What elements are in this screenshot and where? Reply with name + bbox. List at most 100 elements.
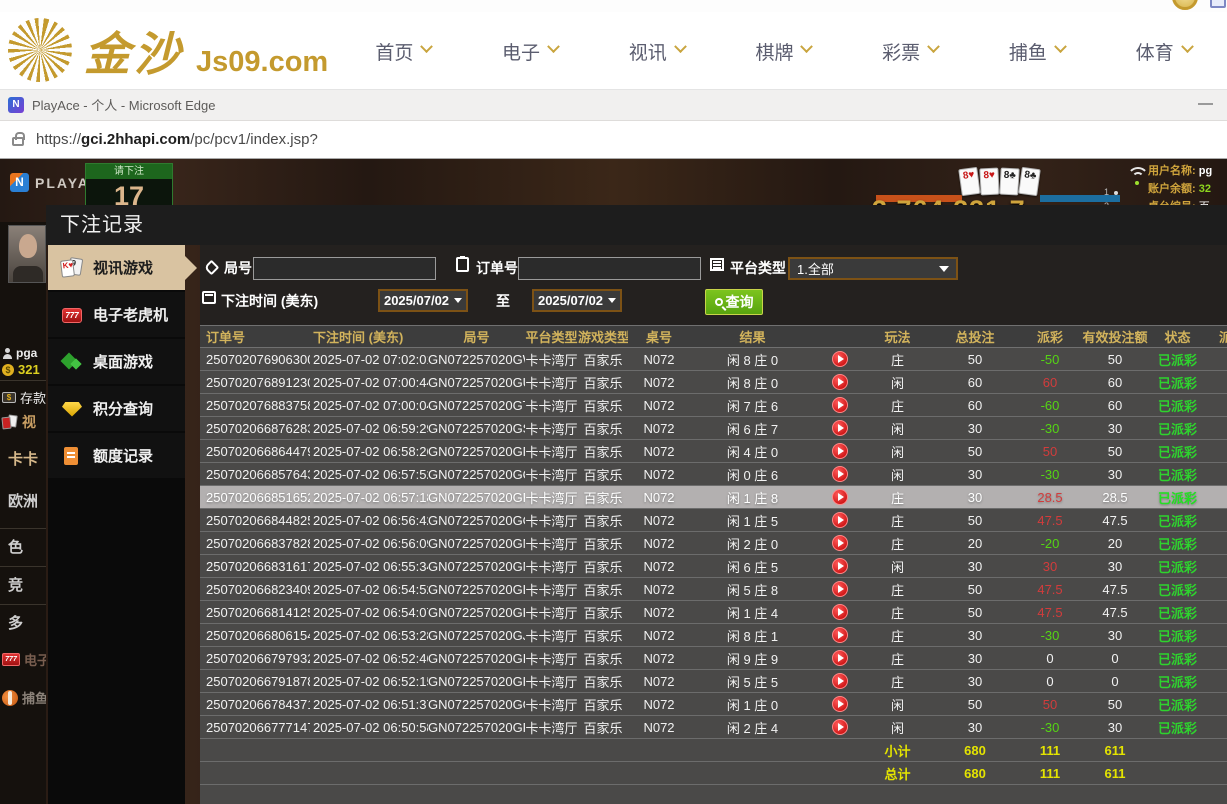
table-row[interactable]: 250702066797932 2025-07-02 06:52:46 GN07… bbox=[200, 647, 1227, 670]
table-row[interactable]: 250702066857643 2025-07-02 06:57:52 GN07… bbox=[200, 463, 1227, 486]
cell-bet-time: 2025-07-02 06:53:28 bbox=[310, 624, 428, 647]
lobby-tab-jingmi[interactable]: 竞 bbox=[8, 574, 23, 595]
date-to-select[interactable]: 2025/07/02 bbox=[532, 289, 622, 312]
table-row[interactable]: 250702066814125 2025-07-02 06:54:07 GN07… bbox=[200, 601, 1227, 624]
cell-payout-time bbox=[1205, 348, 1227, 371]
cell-result: 闲 7 庄 6 bbox=[690, 394, 815, 417]
cell-play: 庄 bbox=[865, 348, 930, 371]
table-row[interactable]: 250702076891230 2025-07-02 07:00:44 GN07… bbox=[200, 371, 1227, 394]
minimize-button[interactable]: — bbox=[1198, 90, 1213, 118]
table-row[interactable]: 250702066876283 2025-07-02 06:59:29 GN07… bbox=[200, 417, 1227, 440]
lobby-fish-item[interactable]: 捕鱼王 bbox=[2, 688, 46, 707]
replay-button[interactable] bbox=[832, 420, 848, 436]
replay-button[interactable] bbox=[832, 696, 848, 712]
cell-payout: -30 bbox=[1020, 417, 1080, 440]
table-row[interactable]: 250702066784371 2025-07-02 06:51:37 GN07… bbox=[200, 693, 1227, 716]
lobby-tab-sedie[interactable]: 色 bbox=[8, 536, 23, 557]
divider bbox=[0, 604, 46, 605]
replay-button[interactable] bbox=[832, 512, 848, 528]
date-from-select[interactable]: 2025/07/02 bbox=[378, 289, 468, 312]
table-row[interactable]: 250702066851652 2025-07-02 06:57:18 GN07… bbox=[200, 486, 1227, 509]
round-no-input[interactable] bbox=[253, 257, 436, 280]
table-row[interactable]: 250702076883758 2025-07-02 07:00:04 GN07… bbox=[200, 394, 1227, 417]
deposit-button[interactable]: $ 存款 bbox=[2, 388, 46, 407]
table-row[interactable]: 250702066864479 2025-07-02 06:58:26 GN07… bbox=[200, 440, 1227, 463]
play-icon bbox=[838, 654, 844, 662]
cell-replay bbox=[815, 463, 865, 486]
dropdown-arrow-icon bbox=[454, 298, 462, 303]
cell-payout: 0 bbox=[1020, 670, 1080, 693]
replay-button[interactable] bbox=[832, 558, 848, 574]
platform-type-select[interactable]: 1.全部 bbox=[788, 257, 958, 280]
nav-item-fishing[interactable]: 捕鱼 bbox=[1009, 38, 1065, 65]
nav-item-live[interactable]: 视讯 bbox=[629, 38, 685, 65]
replay-button[interactable] bbox=[832, 627, 848, 643]
video-label: 视 bbox=[22, 412, 36, 432]
menu-label: 视讯游戏 bbox=[93, 257, 153, 278]
menu-item-video-games[interactable]: 9K♥ 视讯游戏 bbox=[48, 245, 185, 290]
cell-game-type: 百家乐 bbox=[578, 532, 628, 555]
replay-button[interactable] bbox=[832, 351, 848, 367]
slot-machine-icon: 777 bbox=[60, 305, 84, 325]
cell-order-id: 250702066791878 bbox=[200, 670, 310, 693]
replay-button[interactable] bbox=[832, 443, 848, 459]
nav-item-lottery[interactable]: 彩票 bbox=[882, 38, 938, 65]
search-button[interactable]: 查询 bbox=[705, 289, 763, 315]
cell-platform: 卡卡湾厅 bbox=[525, 486, 578, 509]
cell-valid-bet: 50 bbox=[1080, 348, 1150, 371]
card-8-hearts: 8♥ bbox=[958, 167, 981, 196]
replay-button[interactable] bbox=[832, 673, 848, 689]
order-no-input[interactable] bbox=[518, 257, 701, 280]
table-row[interactable]: 250702076906300 2025-07-02 07:02:01 GN07… bbox=[200, 348, 1227, 371]
nav-item-home[interactable]: 首页 bbox=[375, 38, 431, 65]
replay-button[interactable] bbox=[832, 466, 848, 482]
cell-valid-bet: 50 bbox=[1080, 440, 1150, 463]
subtotal-label: 小计 bbox=[865, 739, 930, 762]
menu-item-table-games[interactable]: 桌面游戏 bbox=[48, 339, 185, 384]
lobby-video-item[interactable]: 视 bbox=[2, 412, 36, 432]
lobby-tab-duotai[interactable]: 多 bbox=[8, 612, 23, 633]
cell-round-id: GN072257020GU bbox=[428, 371, 525, 394]
table-row[interactable]: 250702066806154 2025-07-02 06:53:28 GN07… bbox=[200, 624, 1227, 647]
to-label: 至 bbox=[496, 291, 510, 311]
nav-item-board[interactable]: 棋牌 bbox=[755, 38, 811, 65]
cell-payout: -30 bbox=[1020, 463, 1080, 486]
table-row[interactable]: 250702066831617 2025-07-02 06:55:34 GN07… bbox=[200, 555, 1227, 578]
table-row[interactable]: 250702066823409 2025-07-02 06:54:52 GN07… bbox=[200, 578, 1227, 601]
replay-button[interactable] bbox=[832, 397, 848, 413]
menu-item-quota-records[interactable]: 额度记录 bbox=[48, 433, 185, 478]
cell-table-no: N072 bbox=[628, 555, 690, 578]
address-input[interactable]: https://gci.2hhapi.com/pc/pcv1/index.jsp… bbox=[36, 121, 318, 158]
date-from-value: 2025/07/02 bbox=[384, 293, 449, 308]
cell-order-id: 250702066806154 bbox=[200, 624, 310, 647]
menu-item-slots[interactable]: 777 电子老虎机 bbox=[48, 292, 185, 337]
cell-play: 闲 bbox=[865, 693, 930, 716]
nav-item-sports[interactable]: 体育 bbox=[1136, 38, 1192, 65]
replay-button[interactable] bbox=[832, 719, 848, 735]
replay-button[interactable] bbox=[832, 581, 848, 597]
cell-status: 已派彩 bbox=[1150, 693, 1205, 716]
cell-round-id: GN072257020GR bbox=[428, 440, 525, 463]
cell-valid-bet: 0 bbox=[1080, 670, 1150, 693]
lobby-balance: 321 bbox=[18, 362, 40, 377]
cell-payout: -20 bbox=[1020, 532, 1080, 555]
table-row[interactable]: 250702066837828 2025-07-02 06:56:09 GN07… bbox=[200, 532, 1227, 555]
replay-button[interactable] bbox=[832, 604, 848, 620]
lobby-username: pga bbox=[16, 346, 37, 360]
replay-button[interactable] bbox=[832, 650, 848, 666]
lobby-tab-europe[interactable]: 欧洲 bbox=[8, 490, 38, 511]
menu-item-points-query[interactable]: 积分查询 bbox=[48, 386, 185, 431]
replay-button[interactable] bbox=[832, 489, 848, 505]
cell-valid-bet: 47.5 bbox=[1080, 601, 1150, 624]
playace-logo-icon: N bbox=[10, 173, 29, 192]
replay-button[interactable] bbox=[832, 374, 848, 390]
nav-item-slots[interactable]: 电子 bbox=[502, 38, 558, 65]
table-row[interactable]: 250702066844825 2025-07-02 06:56:42 GN07… bbox=[200, 509, 1227, 532]
replay-button[interactable] bbox=[832, 535, 848, 551]
cell-table-no: N072 bbox=[628, 440, 690, 463]
table-row[interactable]: 250702066791878 2025-07-02 06:52:15 GN07… bbox=[200, 670, 1227, 693]
lobby-slot-item[interactable]: 777 电子游戏 bbox=[2, 650, 46, 669]
table-row[interactable]: 250702066777147 2025-07-02 06:50:58 GN07… bbox=[200, 716, 1227, 739]
lobby-tab-kaka[interactable]: 卡卡 bbox=[8, 448, 38, 469]
cell-play: 闲 bbox=[865, 440, 930, 463]
